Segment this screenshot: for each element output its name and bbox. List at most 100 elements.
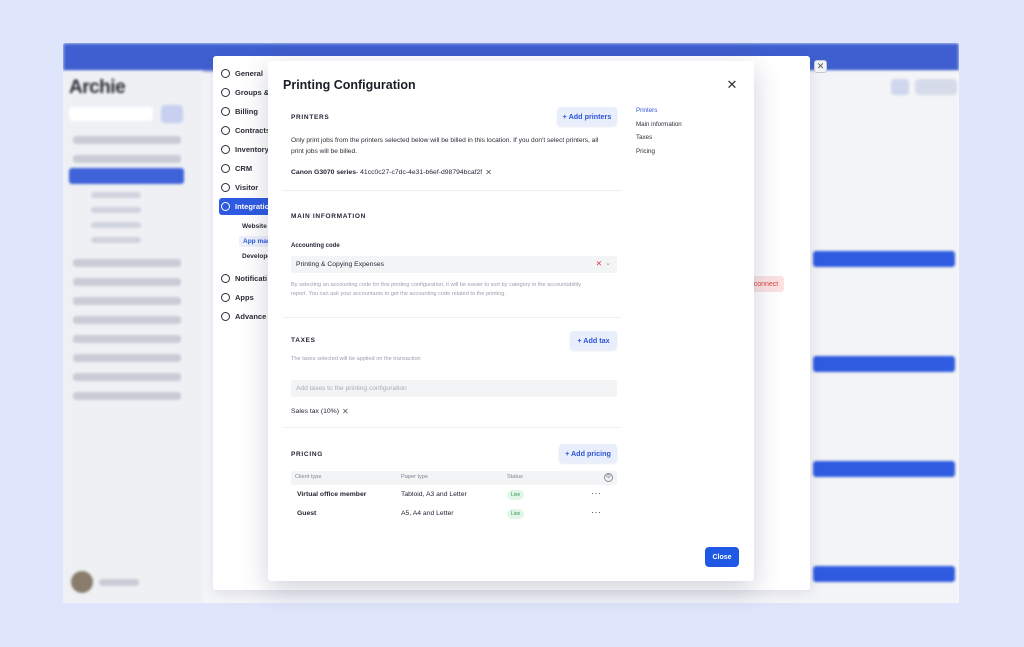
- nav-billing[interactable]: Billing: [221, 104, 258, 119]
- app-sidebar: Archie: [63, 71, 203, 603]
- divider: [283, 190, 621, 191]
- taxes-heading: TAXES: [291, 337, 316, 344]
- chevron-down-icon[interactable]: ⌄: [605, 259, 611, 267]
- remove-tax-icon[interactable]: ✕: [342, 407, 349, 416]
- lock-icon: [221, 88, 230, 97]
- printers-description: Only print jobs from the printers select…: [291, 137, 599, 144]
- row-paper: Tabloid, A3 and Letter: [401, 491, 467, 498]
- pricing-heading: PRICING: [291, 451, 323, 458]
- avatar: [71, 571, 93, 593]
- sidebar-item: [73, 392, 181, 400]
- nav-contracts[interactable]: Contracts: [221, 123, 270, 138]
- nav-inventory[interactable]: Inventory: [221, 142, 269, 157]
- more-options-icon[interactable]: ···: [591, 507, 602, 517]
- toc-main-information[interactable]: Main information: [636, 121, 682, 128]
- printing-configuration-modal: Printing Configuration ✕ PRINTERS + Add …: [268, 61, 754, 581]
- tax-tag-label: Sales tax (10%): [291, 408, 339, 415]
- column-client-type: Client type: [295, 474, 322, 480]
- sidebar-subitem: [91, 222, 141, 228]
- taxes-note: The taxes selected will be applied on th…: [291, 356, 421, 362]
- sidebar-item: [73, 259, 181, 267]
- booking-bar: [813, 356, 955, 372]
- close-icon[interactable]: ✕: [726, 78, 738, 91]
- add-printers-button[interactable]: + Add printers: [557, 107, 617, 126]
- toc-taxes[interactable]: Taxes: [636, 134, 652, 141]
- more-options-icon[interactable]: ···: [591, 488, 602, 498]
- anchor-icon: [221, 164, 230, 173]
- remove-printer-icon[interactable]: ✕: [485, 168, 492, 177]
- sidebar-subitem: [91, 192, 141, 198]
- column-paper-type: Paper type: [401, 474, 429, 480]
- sidebar-item: [73, 136, 181, 144]
- clear-icon[interactable]: ✕: [596, 259, 602, 268]
- top-button: [915, 79, 957, 95]
- add-pricing-button[interactable]: + Add pricing: [559, 444, 617, 463]
- modal-content: PRINTERS + Add printers Only print jobs …: [283, 105, 621, 533]
- accounting-code-label: Accounting code: [291, 243, 340, 249]
- toc-pricing[interactable]: Pricing: [636, 148, 655, 155]
- sidebar-search: [69, 107, 153, 121]
- sidebar-item: [73, 278, 181, 286]
- panel-close-icon[interactable]: ✕: [814, 60, 827, 73]
- nav-visitor[interactable]: Visitor: [221, 180, 258, 195]
- nav-apps[interactable]: Apps: [221, 290, 254, 305]
- column-status: Status: [507, 474, 523, 480]
- status-badge: Live: [507, 509, 525, 519]
- toc-printers[interactable]: Printers: [636, 107, 657, 114]
- brand-logo: Archie: [69, 77, 126, 98]
- booking-bar: [813, 251, 955, 267]
- taxes-input[interactable]: Add taxes to the printing configuration: [291, 380, 617, 397]
- sidebar-subitem: [91, 237, 141, 243]
- status-badge: Live: [507, 490, 525, 500]
- inventory-icon: [221, 145, 230, 154]
- user-name: [99, 579, 139, 586]
- divider: [283, 427, 621, 428]
- sidebar-action-button: [161, 105, 183, 123]
- sidebar-item: [73, 373, 181, 381]
- printers-heading: PRINTERS: [291, 114, 330, 121]
- sidebar-item: [73, 354, 181, 362]
- apps-icon: [221, 293, 230, 302]
- top-button: [891, 79, 909, 95]
- table-row[interactable]: Virtual office member Tabloid, A3 and Le…: [291, 487, 617, 505]
- settings-icon[interactable]: ⚙: [604, 473, 613, 482]
- close-button[interactable]: Close: [705, 547, 739, 567]
- nav-sub-developers[interactable]: Develope: [242, 253, 271, 260]
- table-row[interactable]: Guest A5, A4 and Letter Live ···: [291, 506, 617, 524]
- gear-icon: [221, 69, 230, 78]
- billing-icon: [221, 107, 230, 116]
- sidebar-item: [73, 155, 181, 163]
- sidebar-item: [73, 297, 181, 305]
- pricing-table-header: Client type Paper type Status ⚙: [291, 471, 617, 485]
- add-tax-button[interactable]: + Add tax: [570, 331, 617, 350]
- booking-bar: [813, 566, 955, 582]
- nav-general[interactable]: General: [221, 66, 263, 81]
- background-calendar: [809, 71, 959, 603]
- printer-name: Canon G3070 series: [291, 169, 356, 176]
- tax-tag: Sales tax (10%) ✕: [291, 407, 349, 416]
- main-information-heading: MAIN INFORMATION: [291, 213, 366, 220]
- sidebar-item: [73, 335, 181, 343]
- nav-advanced[interactable]: Advance: [221, 309, 266, 324]
- accounting-code-select[interactable]: Printing & Copying Expenses ✕ ⌄: [291, 256, 617, 273]
- modal-title: Printing Configuration: [283, 78, 416, 92]
- accounting-help-text: By selecting an accounting code for this…: [291, 282, 582, 288]
- sidebar-item: [73, 316, 181, 324]
- advance-icon: [221, 312, 230, 321]
- printers-description-2: print jobs will be billed.: [291, 148, 357, 155]
- row-paper: A5, A4 and Letter: [401, 510, 454, 517]
- nav-crm[interactable]: CRM: [221, 161, 252, 176]
- accounting-help-text-2: report. You can ask your accountants to …: [291, 291, 506, 297]
- nav-sub-website[interactable]: Website: [242, 223, 267, 230]
- printer-id: - 41cc0c27-c7dc-4e31-b6ef-d98794bcaf2f: [355, 169, 483, 176]
- divider: [283, 317, 621, 318]
- person-icon: [221, 183, 230, 192]
- nav-integrations[interactable]: Integrations: [219, 198, 278, 215]
- row-client: Virtual office member: [297, 491, 367, 498]
- sidebar-subitem: [91, 207, 141, 213]
- printer-item: Canon G3070 series - 41cc0c27-c7dc-4e31-…: [291, 168, 492, 177]
- row-client: Guest: [297, 510, 317, 517]
- nav-notifications[interactable]: Notificati: [221, 271, 267, 286]
- accounting-code-value: Printing & Copying Expenses: [296, 261, 385, 268]
- nav-groups[interactable]: Groups &: [221, 85, 269, 100]
